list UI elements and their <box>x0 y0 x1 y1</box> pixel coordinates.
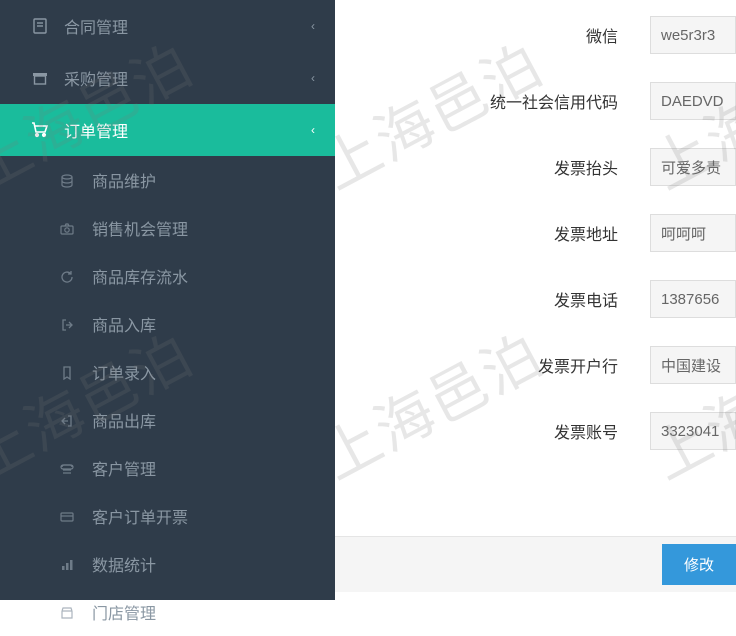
refresh-icon <box>60 268 82 284</box>
sidebar-item-order[interactable]: 订单管理 ‹ <box>0 104 335 156</box>
sidebar-sub-inbound[interactable]: 商品入库 <box>0 300 335 348</box>
sidebar-sub-label: 销售机会管理 <box>92 216 188 240</box>
form-label: 发票电话 <box>335 287 650 311</box>
invoice-phone-input[interactable] <box>650 280 736 318</box>
invoice-title-input[interactable] <box>650 148 736 186</box>
form-label: 发票账号 <box>335 419 650 443</box>
camera-icon <box>60 220 82 236</box>
form-label: 发票地址 <box>335 221 650 245</box>
sidebar-item-contract[interactable]: 合同管理 ‹ <box>0 0 335 52</box>
sidebar-sub-label: 客户订单开票 <box>92 504 188 528</box>
form-row-wechat: 微信 <box>335 16 736 54</box>
sidebar-sub-product-maintain[interactable]: 商品维护 <box>0 156 335 204</box>
sidebar-sub-statistics[interactable]: 数据统计 <box>0 540 335 588</box>
invoice-address-input[interactable] <box>650 214 736 252</box>
button-bar: 修改 <box>335 536 736 592</box>
sidebar-sub-label: 数据统计 <box>92 552 156 576</box>
file-icon <box>30 17 50 35</box>
sidebar-sub-customer[interactable]: 客户管理 <box>0 444 335 492</box>
sidebar-sub-store[interactable]: 门店管理 <box>0 588 335 636</box>
archive-icon <box>30 69 50 87</box>
sidebar-sub-sales-opportunity[interactable]: 销售机会管理 <box>0 204 335 252</box>
invoice-bank-input[interactable] <box>650 346 736 384</box>
sidebar-item-purchase[interactable]: 采购管理 ‹ <box>0 52 335 104</box>
sidebar-sub-label: 客户管理 <box>92 456 156 480</box>
form-row-credit-code: 统一社会信用代码 <box>335 82 736 120</box>
sidebar-item-label: 合同管理 <box>64 14 128 38</box>
logout-icon <box>60 412 82 428</box>
form-row-invoice-title: 发票抬头 <box>335 148 736 186</box>
form-row-invoice-address: 发票地址 <box>335 214 736 252</box>
form-row-invoice-phone: 发票电话 <box>335 280 736 318</box>
bookmark-icon <box>60 364 82 380</box>
sidebar-sub-label: 订单录入 <box>92 360 156 384</box>
form-row-invoice-account: 发票账号 <box>335 412 736 450</box>
invoice-account-input[interactable] <box>650 412 736 450</box>
phone-icon <box>60 460 82 476</box>
sidebar-sub-label: 商品库存流水 <box>92 264 188 288</box>
sidebar-item-label: 采购管理 <box>64 66 128 90</box>
card-icon <box>60 508 82 524</box>
chart-icon <box>60 556 82 572</box>
form-label: 微信 <box>335 23 650 47</box>
sidebar-sub-inventory-flow[interactable]: 商品库存流水 <box>0 252 335 300</box>
login-icon <box>60 316 82 332</box>
wechat-input[interactable] <box>650 16 736 54</box>
form-label: 统一社会信用代码 <box>335 89 650 113</box>
chevron-left-icon: ‹ <box>311 123 315 137</box>
sidebar-sub-label: 商品出库 <box>92 408 156 432</box>
credit-code-input[interactable] <box>650 82 736 120</box>
sidebar-sub-label: 门店管理 <box>92 600 156 624</box>
sidebar-sub-order-entry[interactable]: 订单录入 <box>0 348 335 396</box>
sidebar-sub-label: 商品维护 <box>92 168 156 192</box>
submit-button[interactable]: 修改 <box>662 544 736 585</box>
sidebar-sub-label: 商品入库 <box>92 312 156 336</box>
chevron-left-icon: ‹ <box>311 71 315 85</box>
sidebar: 合同管理 ‹ 采购管理 ‹ 订单管理 ‹ 商品维护 销售机会管理 商品库存流水 <box>0 0 335 600</box>
sidebar-item-label: 订单管理 <box>64 118 128 142</box>
form-panel: 微信 统一社会信用代码 发票抬头 发票地址 发票电话 发票开户行 发票账号 修改 <box>335 0 736 600</box>
chevron-left-icon: ‹ <box>311 19 315 33</box>
store-icon <box>60 604 82 620</box>
sidebar-sub-outbound[interactable]: 商品出库 <box>0 396 335 444</box>
form-label: 发票开户行 <box>335 353 650 377</box>
database-icon <box>60 172 82 188</box>
form-label: 发票抬头 <box>335 155 650 179</box>
sidebar-sub-customer-invoice[interactable]: 客户订单开票 <box>0 492 335 540</box>
form-row-invoice-bank: 发票开户行 <box>335 346 736 384</box>
cart-icon <box>30 121 50 139</box>
